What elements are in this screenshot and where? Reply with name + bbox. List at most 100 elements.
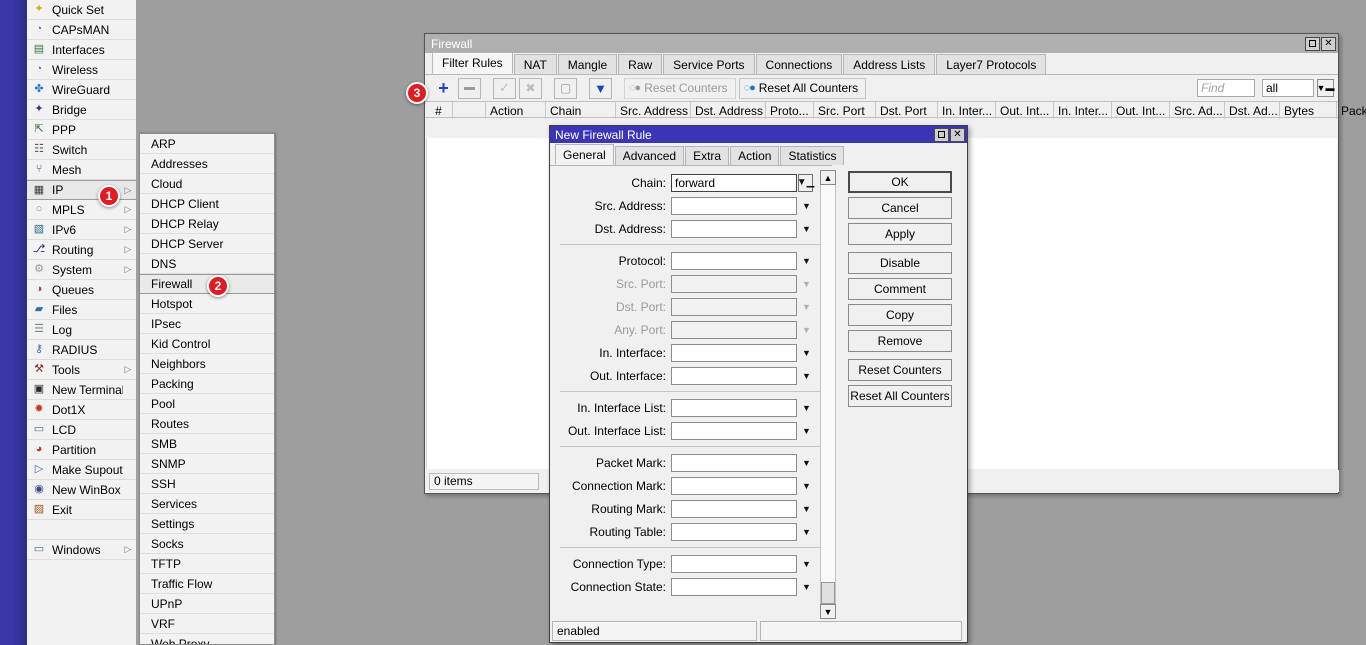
submenu-item-dhcp-relay[interactable]: DHCP Relay [140,214,274,234]
firewall-tab-address-lists[interactable]: Address Lists [843,54,935,74]
menu-item-tools[interactable]: ⚒Tools▷ [27,360,136,380]
menu-item-mesh[interactable]: ⑂Mesh [27,160,136,180]
submenu-item-smb[interactable]: SMB [140,434,274,454]
menu-item-windows[interactable]: ▭Windows▷ [27,540,136,560]
disable-rule-button[interactable]: ✖ [519,78,542,99]
column-header[interactable]: Packets [1337,102,1366,119]
column-header[interactable]: Dst. Ad... [1225,102,1280,119]
scroll-down-icon[interactable]: ▼ [820,604,836,619]
chevron-down-icon[interactable]: ▼▁ [798,174,813,192]
reset-all-counters-button[interactable]: Reset All Counters [848,385,952,407]
rule-tab-advanced[interactable]: Advanced [615,146,684,165]
menu-item-switch[interactable]: ☷Switch [27,140,136,160]
chevron-down-icon[interactable]: ▼ [800,454,813,472]
column-header[interactable]: Chain [546,102,616,119]
menu-item-log[interactable]: ☰Log [27,320,136,340]
dst-address-input[interactable] [671,220,797,238]
cancel-button[interactable]: Cancel [848,197,952,219]
firewall-tab-mangle[interactable]: Mangle [558,54,617,74]
menu-item-system[interactable]: ⚙System▷ [27,260,136,280]
firewall-tab-filter-rules[interactable]: Filter Rules [432,52,513,74]
remove-rule-button[interactable] [458,78,481,99]
chevron-down-icon[interactable]: ▼ [800,220,813,238]
filter-select-arrow-icon[interactable]: ▼▬ [1317,79,1334,97]
rule-tab-extra[interactable]: Extra [685,146,729,165]
column-header[interactable]: Src. Address [616,102,691,119]
firewall-tab-raw[interactable]: Raw [618,54,662,74]
rule-dialog-titlebar[interactable]: New Firewall Rule ✕ [550,126,967,143]
src-address-input[interactable] [671,197,797,215]
chevron-down-icon[interactable]: ▼ [800,578,813,596]
column-header[interactable]: Bytes [1280,102,1337,119]
connection-type-input[interactable] [671,555,797,573]
filter-select-value[interactable]: all [1262,79,1314,97]
menu-item-ipv6[interactable]: ▧IPv6▷ [27,220,136,240]
scrollbar-track[interactable] [820,185,836,604]
reset-counters-button[interactable]: Reset Counters [848,359,952,381]
ok-button[interactable]: OK [848,171,952,193]
firewall-window-titlebar[interactable]: Firewall ✕ [425,34,1338,53]
connection-mark-input[interactable] [671,477,797,495]
menu-item-wireless[interactable]: ◔Wireless [27,60,136,80]
rule-tab-general[interactable]: General [555,144,614,165]
submenu-item-dhcp-server[interactable]: DHCP Server [140,234,274,254]
menu-item-quick-set[interactable]: ✦Quick Set [27,0,136,20]
out-interface-input[interactable] [671,367,797,385]
submenu-item-cloud[interactable]: Cloud [140,174,274,194]
chevron-down-icon[interactable]: ▼ [800,344,813,362]
chevron-down-icon[interactable]: ▼ [800,367,813,385]
submenu-item-hotspot[interactable]: Hotspot [140,294,274,314]
menu-item-radius[interactable]: ⚷RADIUS [27,340,136,360]
chevron-down-icon[interactable]: ▼ [800,252,813,270]
add-rule-button[interactable]: + [432,78,455,99]
menu-item-mpls[interactable]: ○MPLS▷ [27,200,136,220]
submenu-item-kid-control[interactable]: Kid Control [140,334,274,354]
submenu-item-routes[interactable]: Routes [140,414,274,434]
submenu-item-tftp[interactable]: TFTP [140,554,274,574]
menu-item-partition[interactable]: ◕Partition [27,440,136,460]
menu-item-interfaces[interactable]: ▤Interfaces [27,40,136,60]
submenu-item-ssh[interactable]: SSH [140,474,274,494]
in-interface-input[interactable] [671,344,797,362]
menu-item-ppp[interactable]: ⇱PPP [27,120,136,140]
chevron-down-icon[interactable]: ▼ [800,523,813,541]
comment-button[interactable]: Comment [848,278,952,300]
menu-item-lcd[interactable]: ▭LCD [27,420,136,440]
submenu-item-packing[interactable]: Packing [140,374,274,394]
submenu-item-services[interactable]: Services [140,494,274,514]
routing-mark-input[interactable] [671,500,797,518]
disable-button[interactable]: Disable [848,252,952,274]
chevron-down-icon[interactable]: ▼ [800,422,813,440]
chevron-down-icon[interactable]: ▼ [800,477,813,495]
firewall-tab-service-ports[interactable]: Service Ports [663,54,754,74]
menu-item-routing[interactable]: ⎇Routing▷ [27,240,136,260]
reset-all-counters-button[interactable]: ◌● Reset All Counters [739,78,867,99]
in-interface-list-input[interactable] [671,399,797,417]
submenu-item-pool[interactable]: Pool [140,394,274,414]
submenu-item-socks[interactable]: Socks [140,534,274,554]
firewall-tab-nat[interactable]: NAT [514,54,557,74]
submenu-item-web-proxy[interactable]: Web Proxy [140,634,274,645]
column-header[interactable]: # [425,102,453,119]
column-header[interactable]: Src. Port [814,102,876,119]
firewall-tab-layer7-protocols[interactable]: Layer7 Protocols [936,54,1046,74]
remove-button[interactable]: Remove [848,330,952,352]
column-header[interactable] [453,102,486,119]
rule-close-icon[interactable]: ✕ [950,128,965,142]
firewall-tab-connections[interactable]: Connections [756,54,843,74]
protocol-input[interactable] [671,252,797,270]
column-header[interactable]: Dst. Address [691,102,766,119]
submenu-item-vrf[interactable]: VRF [140,614,274,634]
column-header[interactable]: Dst. Port [876,102,938,119]
column-header[interactable]: Out. Int... [1112,102,1170,119]
chain-input[interactable]: forward [671,174,797,192]
column-header[interactable]: Proto... [766,102,814,119]
column-header[interactable]: In. Inter... [938,102,996,119]
submenu-item-arp[interactable]: ARP [140,134,274,154]
scroll-up-icon[interactable]: ▲ [820,170,836,185]
submenu-item-traffic-flow[interactable]: Traffic Flow [140,574,274,594]
submenu-item-dns[interactable]: DNS [140,254,274,274]
form-scrollbar[interactable]: ▲ ▼ [820,170,836,619]
submenu-item-settings[interactable]: Settings [140,514,274,534]
scrollbar-thumb[interactable] [821,582,835,604]
